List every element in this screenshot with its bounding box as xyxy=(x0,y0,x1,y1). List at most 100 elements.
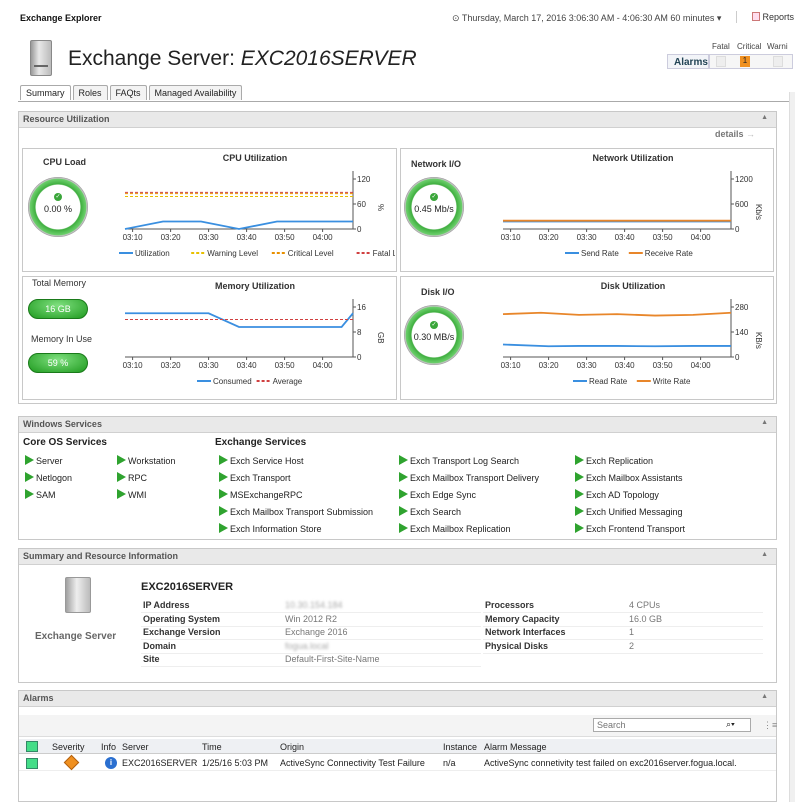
service-exch-mailbox-transport-delivery[interactable]: Exch Mailbox Transport Delivery xyxy=(399,472,539,483)
chart-title: Disk Utilization xyxy=(601,281,666,291)
info-label: IP Address xyxy=(143,600,190,610)
column-header[interactable]: Alarm Message xyxy=(484,742,547,752)
select-all-icon[interactable] xyxy=(26,741,38,752)
service-running-icon xyxy=(575,472,584,482)
service-running-icon xyxy=(219,472,228,482)
tab-roles[interactable]: Roles xyxy=(72,85,108,100)
info-label: Network Interfaces xyxy=(485,627,566,637)
x-tick-label: 03:30 xyxy=(577,233,598,242)
chart-title: CPU Utilization xyxy=(223,153,288,163)
service-running-icon xyxy=(117,455,126,465)
service-exch-ad-topology[interactable]: Exch AD Topology xyxy=(575,489,659,500)
memory-in-use-indicator: 59 % xyxy=(28,353,88,373)
time-range-selector[interactable]: ⊙ Thursday, March 17, 2016 3:06:30 AM - … xyxy=(452,13,721,24)
details-link[interactable]: details → xyxy=(715,129,755,139)
x-tick-label: 03:20 xyxy=(161,361,182,370)
service-running-icon xyxy=(25,489,34,499)
info-value: 16.0 GB xyxy=(629,613,663,624)
service-exch-transport[interactable]: Exch Transport xyxy=(219,472,291,483)
service-exch-search[interactable]: Exch Search xyxy=(399,506,461,517)
total-memory-label: Total Memory xyxy=(32,278,87,288)
cell-instance: n/a xyxy=(443,758,456,768)
info-label: Operating System xyxy=(143,613,221,624)
service-workstation[interactable]: Workstation xyxy=(117,455,175,466)
service-exch-unified-messaging[interactable]: Exch Unified Messaging xyxy=(575,506,683,517)
app-title: Exchange Explorer xyxy=(20,13,102,23)
service-running-icon xyxy=(219,506,228,516)
service-exch-edge-sync[interactable]: Exch Edge Sync xyxy=(399,489,476,500)
legend-label: Write Rate xyxy=(653,377,691,386)
scrollbar[interactable] xyxy=(789,92,795,802)
service-sam[interactable]: SAM xyxy=(25,489,56,500)
memory-utilization-chart: Memory Utilization 0 8 16 GB 03:10 03:20 03:30 0… xyxy=(123,281,385,386)
service-netlogon[interactable]: Netlogon xyxy=(25,472,72,483)
x-tick-label: 03:40 xyxy=(615,361,636,370)
memory-subpanel: Total Memory 16 GB Memory In Use 59 % Me… xyxy=(22,276,397,400)
y-unit-label: % xyxy=(376,204,385,211)
service-rpc[interactable]: RPC xyxy=(117,472,147,483)
series-line-consumed xyxy=(125,312,354,328)
status-ok-icon: ✓ xyxy=(430,193,438,201)
collapse-icon[interactable]: ▲ xyxy=(761,551,768,558)
y-tick-label: 8 xyxy=(357,328,362,337)
service-server[interactable]: Server xyxy=(25,455,63,466)
info-label: Processors xyxy=(485,600,535,610)
tab-faqts[interactable]: FAQts xyxy=(109,85,147,100)
alarm-search-input[interactable]: ⌕▾ xyxy=(593,718,751,732)
critical-count-badge[interactable]: 1 xyxy=(740,56,750,67)
page-title: Exchange Server: EXC2016SERVER xyxy=(68,47,417,70)
column-header[interactable]: Instance xyxy=(443,742,477,752)
info-label: Site xyxy=(143,654,160,664)
service-exch-transport-log-search[interactable]: Exch Transport Log Search xyxy=(399,455,519,466)
column-header[interactable]: Info xyxy=(101,742,116,752)
total-memory-indicator: 16 GB xyxy=(28,299,88,319)
service-exch-service-host[interactable]: Exch Service Host xyxy=(219,455,304,466)
alarms-summary[interactable]: Fatal Critical Warni Alarms 1 xyxy=(667,42,795,70)
service-exch-mailbox-replication[interactable]: Exch Mailbox Replication xyxy=(399,523,511,534)
service-running-icon xyxy=(399,472,408,482)
exchange-services-title: Exchange Services xyxy=(215,437,307,448)
legend-label: Fatal Level xyxy=(373,249,395,258)
search-icon[interactable]: ⌕▾ xyxy=(726,719,735,730)
service-exch-replication[interactable]: Exch Replication xyxy=(575,455,653,466)
x-tick-label: 03:30 xyxy=(199,361,220,370)
x-tick-label: 03:50 xyxy=(653,233,674,242)
y-tick-label: 0 xyxy=(735,353,740,362)
network-io-gauge: ✓ 0.45 Mb/s xyxy=(404,177,464,237)
collapse-icon[interactable]: ▲ xyxy=(761,419,768,426)
legend-label: Receive Rate xyxy=(645,249,694,258)
x-tick-label: 03:50 xyxy=(275,361,296,370)
collapse-icon[interactable]: ▲ xyxy=(761,693,768,700)
service-msexchangerpc[interactable]: MSExchangeRPC xyxy=(219,489,303,500)
column-settings-icon[interactable]: ⋮≡ xyxy=(763,720,777,731)
exchange-server-label: Exchange Server xyxy=(35,631,117,642)
info-icon[interactable]: i xyxy=(105,757,117,769)
service-exch-mailbox-transport-submission[interactable]: Exch Mailbox Transport Submission xyxy=(219,506,373,517)
y-tick-label: 0 xyxy=(357,353,362,362)
chart-title: Network Utilization xyxy=(592,153,673,163)
info-value: 10.30.154.184 xyxy=(285,600,343,610)
status-ok-icon: ✓ xyxy=(430,321,438,329)
column-header[interactable]: Severity xyxy=(52,742,85,752)
resource-utilization-panel: Resource Utilization ▲ details → CPU Load… xyxy=(18,111,777,404)
service-exch-frontend-transport[interactable]: Exch Frontend Transport xyxy=(575,523,685,534)
reports-button[interactable]: Reports xyxy=(752,12,794,22)
chevron-down-icon: ▾ xyxy=(716,13,722,23)
service-exch-information-store[interactable]: Exch Information Store xyxy=(219,523,322,534)
legend-label: Average xyxy=(273,377,303,386)
column-header[interactable]: Server xyxy=(122,742,149,752)
cpu-load-gauge: ✓ 0.00 % xyxy=(28,177,88,237)
row-select-icon[interactable] xyxy=(26,758,38,769)
legend-label: Critical Level xyxy=(288,249,334,258)
service-wmi[interactable]: WMI xyxy=(117,489,147,500)
alarms-panel: Alarms ▲ ⌕▾ ⋮≡ Severity Info Server Time Orig… xyxy=(18,690,777,802)
tab-managed-availability[interactable]: Managed Availability xyxy=(148,85,243,100)
column-header[interactable]: Time xyxy=(202,742,222,752)
tab-summary[interactable]: Summary xyxy=(20,85,71,100)
search-input[interactable] xyxy=(594,719,704,731)
y-tick-label: 16 xyxy=(357,303,366,312)
service-exch-mailbox-assistants[interactable]: Exch Mailbox Assistants xyxy=(575,472,683,483)
legend-label: Send Rate xyxy=(581,249,619,258)
column-header[interactable]: Origin xyxy=(280,742,304,752)
collapse-icon[interactable]: ▲ xyxy=(761,114,768,121)
